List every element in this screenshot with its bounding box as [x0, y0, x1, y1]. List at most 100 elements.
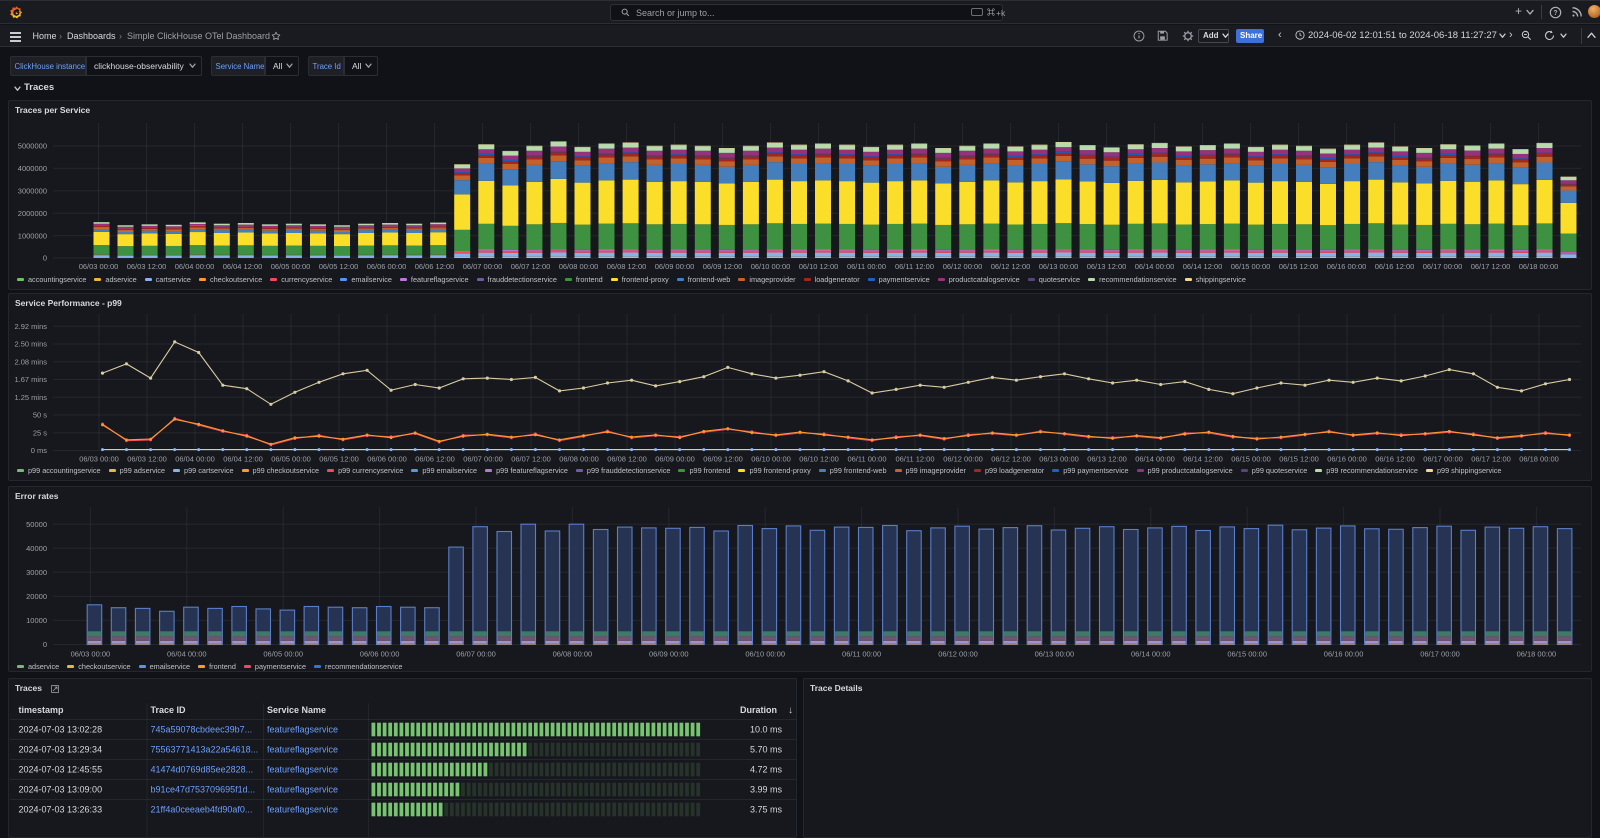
svg-text:1000000: 1000000: [18, 231, 47, 240]
svg-text:06/15 12:00: 06/15 12:00: [1279, 262, 1319, 271]
svg-text:2024-07-03 13:02:28: 2024-07-03 13:02:28: [19, 725, 103, 735]
svg-text:06/06 00:00: 06/06 00:00: [367, 262, 407, 271]
svg-text:06/16 00:00: 06/16 00:00: [1324, 650, 1364, 659]
svg-text:4000000: 4000000: [18, 164, 47, 173]
svg-text:06/10 12:00: 06/10 12:00: [799, 262, 839, 271]
svg-text:06/10 00:00: 06/10 00:00: [751, 262, 791, 271]
svg-text:06/18 00:00: 06/18 00:00: [1519, 262, 1559, 271]
svg-text:06/09 12:00: 06/09 12:00: [703, 455, 743, 464]
svg-text:06/09 00:00: 06/09 00:00: [655, 455, 695, 464]
svg-text:06/13 12:00: 06/13 12:00: [1087, 262, 1127, 271]
svg-text:50 s: 50 s: [33, 411, 47, 420]
svg-text:06/10 00:00: 06/10 00:00: [745, 650, 785, 659]
svg-text:30000: 30000: [26, 568, 47, 577]
svg-text:06/18 00:00: 06/18 00:00: [1519, 455, 1559, 464]
svg-text:Service Name: Service Name: [267, 705, 326, 715]
svg-text:2.08 mins: 2.08 mins: [14, 358, 47, 367]
svg-text:06/07 12:00: 06/07 12:00: [511, 455, 551, 464]
svg-text:featureflagservice: featureflagservice: [267, 785, 338, 795]
svg-text:1.67 mins: 1.67 mins: [14, 375, 47, 384]
svg-text:06/16 00:00: 06/16 00:00: [1327, 262, 1367, 271]
svg-text:06/17 00:00: 06/17 00:00: [1420, 650, 1460, 659]
svg-text:06/03 00:00: 06/03 00:00: [71, 650, 111, 659]
svg-text:06/08 12:00: 06/08 12:00: [607, 455, 647, 464]
svg-text:06/10 12:00: 06/10 12:00: [799, 455, 839, 464]
svg-text:10000: 10000: [26, 616, 47, 625]
svg-text:06/12 12:00: 06/12 12:00: [991, 262, 1031, 271]
svg-text:06/10 00:00: 06/10 00:00: [751, 455, 791, 464]
svg-text:4.72 ms: 4.72 ms: [750, 765, 783, 775]
svg-text:06/04 12:00: 06/04 12:00: [223, 455, 263, 464]
svg-text:06/07 00:00: 06/07 00:00: [463, 262, 503, 271]
svg-text:06/17 12:00: 06/17 12:00: [1471, 262, 1511, 271]
svg-text:featureflagservice: featureflagservice: [267, 805, 338, 815]
svg-text:06/09 00:00: 06/09 00:00: [655, 262, 695, 271]
svg-text:06/11 12:00: 06/11 12:00: [895, 455, 934, 464]
svg-text:06/08 00:00: 06/08 00:00: [559, 455, 599, 464]
svg-text:3000000: 3000000: [18, 187, 47, 196]
svg-text:5.70 ms: 5.70 ms: [750, 745, 783, 755]
svg-text:06/06 00:00: 06/06 00:00: [367, 455, 407, 464]
svg-text:2024-07-03 13:09:00: 2024-07-03 13:09:00: [19, 785, 103, 795]
svg-text:featureflagservice: featureflagservice: [267, 725, 338, 735]
svg-text:06/08 00:00: 06/08 00:00: [559, 262, 599, 271]
svg-text:featureflagservice: featureflagservice: [267, 745, 338, 755]
svg-text:06/05 12:00: 06/05 12:00: [319, 262, 359, 271]
svg-text:06/18 00:00: 06/18 00:00: [1517, 650, 1557, 659]
svg-text:06/03 00:00: 06/03 00:00: [79, 455, 119, 464]
svg-text:06/16 00:00: 06/16 00:00: [1327, 455, 1367, 464]
svg-text:timestamp: timestamp: [19, 705, 65, 715]
svg-text:3.75 ms: 3.75 ms: [750, 805, 783, 815]
svg-text:06/08 12:00: 06/08 12:00: [607, 262, 647, 271]
svg-text:06/11 12:00: 06/11 12:00: [895, 262, 934, 271]
svg-text:5000000: 5000000: [18, 142, 47, 151]
svg-text:06/04 00:00: 06/04 00:00: [175, 262, 215, 271]
svg-text:0: 0: [43, 640, 47, 649]
svg-text:06/05 00:00: 06/05 00:00: [271, 455, 311, 464]
svg-text:06/17 12:00: 06/17 12:00: [1471, 455, 1511, 464]
svg-text:745a59078cbdeec39b7...: 745a59078cbdeec39b7...: [151, 725, 253, 735]
svg-text:b91ce47d753709695f1d...: b91ce47d753709695f1d...: [151, 785, 256, 795]
svg-text:↓: ↓: [788, 705, 793, 716]
svg-text:06/12 12:00: 06/12 12:00: [991, 455, 1031, 464]
svg-text:40000: 40000: [26, 544, 47, 553]
svg-text:06/12 00:00: 06/12 00:00: [943, 455, 983, 464]
svg-text:21ff4a0ceeaeb4fd90af0...: 21ff4a0ceeaeb4fd90af0...: [151, 805, 253, 815]
svg-text:06/11 00:00: 06/11 00:00: [847, 455, 886, 464]
svg-text:06/15 00:00: 06/15 00:00: [1231, 455, 1271, 464]
svg-text:50000: 50000: [26, 520, 47, 529]
svg-text:06/06 12:00: 06/06 12:00: [415, 455, 455, 464]
svg-text:06/07 00:00: 06/07 00:00: [456, 650, 496, 659]
svg-text:3.99 ms: 3.99 ms: [750, 785, 783, 795]
svg-text:75563771413a22a54618...: 75563771413a22a54618...: [151, 745, 259, 755]
svg-text:06/17 00:00: 06/17 00:00: [1423, 262, 1463, 271]
svg-text:41474d0769d85ee2828...: 41474d0769d85ee2828...: [151, 765, 254, 775]
svg-text:06/13 12:00: 06/13 12:00: [1087, 455, 1127, 464]
svg-text:06/15 12:00: 06/15 12:00: [1279, 455, 1319, 464]
svg-text:1.25 mins: 1.25 mins: [14, 393, 47, 402]
svg-text:06/04 00:00: 06/04 00:00: [175, 455, 215, 464]
svg-text:06/13 00:00: 06/13 00:00: [1035, 650, 1075, 659]
svg-text:06/16 12:00: 06/16 12:00: [1375, 455, 1415, 464]
svg-text:06/12 00:00: 06/12 00:00: [938, 650, 978, 659]
svg-text:2024-07-03 13:29:34: 2024-07-03 13:29:34: [19, 745, 103, 755]
svg-text:2000000: 2000000: [18, 209, 47, 218]
svg-text:06/13 00:00: 06/13 00:00: [1039, 262, 1079, 271]
svg-text:06/14 00:00: 06/14 00:00: [1135, 262, 1175, 271]
svg-text:06/07 12:00: 06/07 12:00: [511, 262, 551, 271]
svg-text:06/17 00:00: 06/17 00:00: [1423, 455, 1463, 464]
svg-text:06/05 00:00: 06/05 00:00: [263, 650, 303, 659]
svg-text:06/11 00:00: 06/11 00:00: [842, 650, 881, 659]
svg-text:06/16 12:00: 06/16 12:00: [1375, 262, 1415, 271]
svg-text:featureflagservice: featureflagservice: [267, 765, 338, 775]
svg-text:06/14 12:00: 06/14 12:00: [1183, 455, 1223, 464]
svg-text:2.92 mins: 2.92 mins: [14, 322, 47, 331]
svg-text:06/14 00:00: 06/14 00:00: [1131, 650, 1171, 659]
svg-text:06/03 12:00: 06/03 12:00: [127, 262, 167, 271]
svg-text:06/05 00:00: 06/05 00:00: [271, 262, 311, 271]
svg-text:06/04 00:00: 06/04 00:00: [167, 650, 207, 659]
svg-text:06/04 12:00: 06/04 12:00: [223, 262, 263, 271]
svg-text:06/06 12:00: 06/06 12:00: [415, 262, 455, 271]
svg-text:06/06 00:00: 06/06 00:00: [360, 650, 400, 659]
svg-text:06/08 00:00: 06/08 00:00: [553, 650, 593, 659]
